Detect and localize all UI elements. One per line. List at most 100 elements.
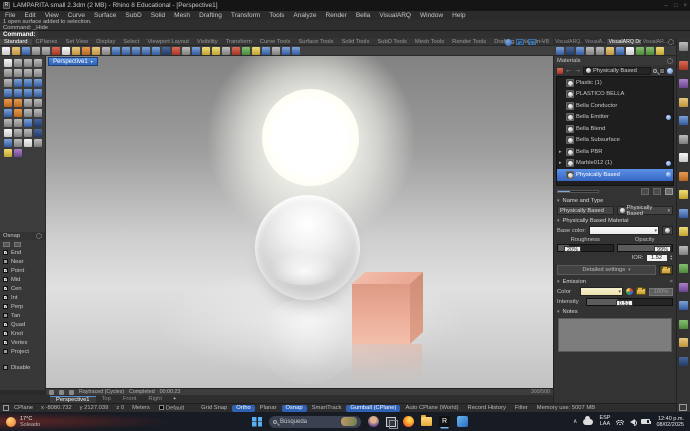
add-icon[interactable]: [679, 264, 688, 273]
status-toggle[interactable]: Gumball (CPlane): [346, 404, 401, 412]
grid-panel-icon[interactable]: [679, 134, 688, 144]
status-toggle[interactable]: Auto CPlane (World): [401, 405, 462, 412]
opacity-slider[interactable]: 99%: [616, 244, 673, 252]
checkbox[interactable]: [3, 304, 8, 310]
map-icon[interactable]: [679, 338, 688, 347]
blue-panel-icon[interactable]: [679, 356, 688, 366]
join-tool-icon[interactable]: [4, 109, 12, 117]
help-icon[interactable]: [292, 46, 300, 55]
status-toggle[interactable]: Ortho: [232, 404, 255, 412]
toolbar-tab[interactable]: Set View: [61, 39, 92, 45]
base-color-swatch[interactable]: ▾: [589, 226, 659, 235]
osnap-checkbox-row[interactable]: Tan: [0, 311, 45, 320]
osnap-disable-row[interactable]: Disable: [0, 363, 45, 372]
menu-item[interactable]: Surface: [94, 12, 116, 19]
status-cell[interactable]: x -8080.732: [37, 405, 76, 411]
sun-icon[interactable]: [252, 46, 260, 55]
search-avatar-icon[interactable]: [368, 416, 379, 427]
status-cell[interactable]: Meters: [128, 405, 154, 411]
text-tool-icon[interactable]: [4, 129, 12, 137]
mirror-tool-icon[interactable]: [24, 119, 32, 127]
panel-tabs-gear-icon[interactable]: [668, 39, 674, 45]
checkbox[interactable]: [3, 286, 8, 292]
menu-item[interactable]: Analyze: [293, 12, 316, 19]
osnap-checkbox-row[interactable]: Project: [0, 347, 45, 356]
va-beam-icon[interactable]: [596, 46, 604, 55]
va-orbit-icon[interactable]: [566, 46, 574, 55]
checkbox[interactable]: [3, 322, 8, 328]
arc-tool-icon[interactable]: [24, 69, 32, 77]
panel-tab[interactable]: VisualA...: [583, 39, 607, 45]
viewport-tab[interactable]: Front: [117, 396, 143, 403]
panel-tab[interactable]: VisualAR...: [641, 39, 668, 45]
lock-icon[interactable]: [59, 389, 64, 395]
copy-icon[interactable]: [62, 46, 70, 55]
menu-item[interactable]: Help: [452, 12, 465, 19]
panel-tab[interactable]: VisualARQ Doc...: [606, 39, 641, 45]
bulb-icon[interactable]: [679, 227, 688, 236]
toolbar-tab[interactable]: Viewport Layout: [143, 39, 192, 45]
material-type-dropdown[interactable]: Physically Based ▾: [616, 205, 673, 217]
sync-sphere-icon[interactable]: [667, 67, 673, 74]
list-view-button[interactable]: [653, 187, 661, 195]
print-icon[interactable]: [32, 46, 40, 55]
battery-icon[interactable]: [641, 419, 652, 424]
gumball-icon[interactable]: [282, 46, 290, 55]
menu-item[interactable]: Window: [420, 12, 443, 19]
grid-view-button[interactable]: [641, 187, 649, 195]
status-toggle[interactable]: SmartTrack: [308, 405, 346, 412]
trim-tool-icon[interactable]: [24, 99, 32, 107]
blue-app-icon[interactable]: [457, 416, 468, 427]
toolbar-tab[interactable]: Mesh Tools: [411, 39, 448, 45]
zoom-window-icon[interactable]: [122, 46, 130, 55]
checkbox[interactable]: [3, 295, 8, 301]
color-wheel-icon[interactable]: [626, 288, 633, 295]
measure-tool-icon[interactable]: [34, 139, 42, 147]
checkbox[interactable]: [3, 313, 8, 318]
detail-view-button[interactable]: [665, 187, 673, 195]
line-tool-icon[interactable]: [24, 59, 32, 67]
toolbar-tab[interactable]: Display: [92, 39, 119, 45]
zoom-selected-icon[interactable]: [142, 46, 150, 55]
menu-item[interactable]: File: [5, 12, 15, 19]
book-icon[interactable]: [679, 208, 688, 218]
forward-arrow-icon[interactable]: →: [574, 67, 581, 74]
sphere-tool-icon[interactable]: [14, 89, 22, 97]
checkbox[interactable]: [3, 277, 8, 283]
va-window-icon[interactable]: [616, 46, 624, 55]
paint-drop-icon[interactable]: [557, 67, 563, 74]
scale-tool-icon[interactable]: [14, 119, 22, 127]
va-select-icon[interactable]: [556, 46, 564, 55]
menu-item[interactable]: View: [45, 12, 59, 19]
checkbox[interactable]: [3, 340, 8, 346]
status-toggle[interactable]: Filter: [511, 405, 532, 412]
rotate-view-icon[interactable]: [152, 46, 160, 55]
layer-cell[interactable]: Default: [155, 404, 188, 411]
toolbar-tab[interactable]: CPlanes: [32, 39, 62, 45]
osnap-tab2-icon[interactable]: [14, 241, 21, 247]
osnap-checkbox-row[interactable]: Mid: [0, 275, 45, 284]
rectangle-tool-icon[interactable]: [34, 69, 42, 77]
status-cell[interactable]: z 0: [112, 405, 128, 411]
box-tool-icon[interactable]: [4, 89, 12, 97]
clock[interactable]: 12:40 p.m. 08/02/2025: [656, 416, 684, 428]
stamp-icon[interactable]: [679, 171, 688, 181]
firefox-icon[interactable]: [403, 416, 414, 427]
va-dots-icon[interactable]: [586, 46, 594, 55]
materials-gear-icon[interactable]: [667, 57, 673, 64]
status-cell[interactable]: CPlane: [10, 405, 37, 411]
material-icon[interactable]: [262, 46, 270, 55]
emission-color-swatch[interactable]: ▾: [580, 287, 623, 296]
osnap-gear-icon[interactable]: [36, 233, 42, 239]
ior-value[interactable]: 1.52: [645, 254, 668, 262]
menu-item[interactable]: VisualARQ: [379, 12, 411, 19]
panel-tab[interactable]: VisualARQ..: [553, 39, 583, 45]
lasso-icon[interactable]: [202, 46, 210, 55]
layers-icon[interactable]: [162, 46, 170, 55]
render-preview-icon[interactable]: [242, 46, 250, 55]
status-toggle[interactable]: Record History: [464, 405, 510, 412]
zoom-extents-icon[interactable]: [132, 46, 140, 55]
checkbox[interactable]: [3, 331, 8, 337]
show-icon[interactable]: [182, 46, 190, 55]
osnap-checkbox-row[interactable]: Point: [0, 266, 45, 275]
